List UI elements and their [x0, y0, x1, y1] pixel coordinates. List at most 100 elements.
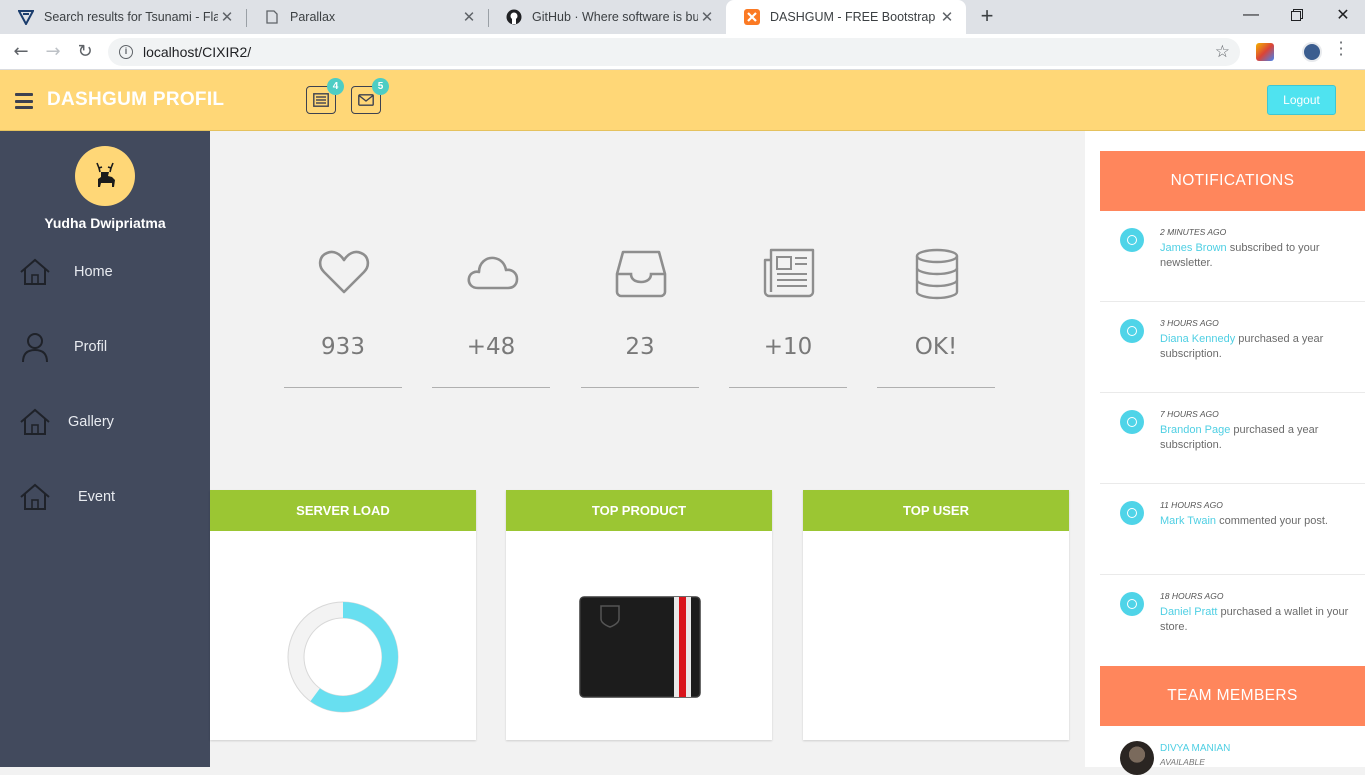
logout-button[interactable]: Logout	[1267, 85, 1336, 115]
browser-tab-parallax[interactable]: Parallax ✕	[246, 0, 488, 34]
tab-title: Search results for Tsunami - Flatic	[44, 10, 218, 24]
close-icon[interactable]: ✕	[698, 8, 716, 26]
close-window-icon[interactable]: ✕	[1320, 0, 1365, 30]
sidebar-item-profil[interactable]: Profil	[0, 327, 210, 367]
sidebar-item-label: Profil	[74, 339, 108, 355]
info-icon[interactable]: i	[119, 45, 133, 59]
notification-message: commented your post.	[1216, 515, 1328, 527]
stat-divider	[877, 387, 995, 388]
notification-user-link[interactable]: Brandon Page	[1160, 424, 1230, 436]
extension-icon[interactable]	[1256, 43, 1274, 61]
main-content: 933 +48 23 +10 OK! SERVER LOAD TOP PRODU…	[210, 131, 1085, 767]
browser-tab-dashgum[interactable]: DASHGUM - FREE Bootstrap Adm ✕	[726, 0, 966, 34]
panel-title: TOP PRODUCT	[506, 490, 772, 531]
tasks-icon	[313, 93, 329, 107]
page-icon	[264, 9, 280, 25]
sidebar-item-label: Gallery	[68, 414, 114, 430]
member-name[interactable]: DIVYA MANIAN	[1160, 743, 1230, 754]
notification-item[interactable]: 11 Hours Ago Mark Twain commented your p…	[1100, 484, 1365, 575]
notification-text: Brandon Page purchased a year subscripti…	[1160, 423, 1350, 453]
right-column: NOTIFICATIONS 2 Minutes Ago James Brown …	[1085, 131, 1365, 775]
notification-time: 3 Hours Ago	[1160, 318, 1219, 328]
menu-toggle-icon[interactable]	[15, 93, 33, 109]
sidebar-item-gallery[interactable]: Gallery	[0, 402, 210, 442]
browser-menu-icon[interactable]: · · ·	[1336, 35, 1346, 63]
notification-text: Daniel Pratt purchased a wallet in your …	[1160, 605, 1350, 635]
browser-tab-github[interactable]: GitHub · Where software is built ✕	[488, 0, 726, 34]
stat-inbox: 23	[581, 248, 699, 390]
close-icon[interactable]: ✕	[460, 8, 478, 26]
envelope-icon	[358, 94, 374, 106]
bookmark-star-icon[interactable]: ☆	[1215, 42, 1230, 62]
top-product-panel: TOP PRODUCT	[506, 490, 772, 740]
browser-tab-flaticon[interactable]: Search results for Tsunami - Flatic ✕	[0, 0, 246, 34]
member-status: Available	[1160, 757, 1205, 767]
browser-toolbar: ← → ↻ i localhost/CIXIR2/ ☆	[0, 34, 1365, 70]
notification-user-link[interactable]: James Brown	[1160, 242, 1227, 254]
profile-avatar-icon[interactable]	[1302, 42, 1322, 62]
sidebar-item-home[interactable]: Home	[0, 252, 210, 292]
xampp-icon	[744, 9, 760, 25]
stat-divider	[432, 387, 550, 388]
notification-time: 7 Hours Ago	[1160, 409, 1219, 419]
notification-item[interactable]: 18 Hours Ago Daniel Pratt purchased a wa…	[1100, 575, 1365, 666]
team-members-heading: TEAM MEMBERS	[1100, 666, 1365, 726]
stat-value: 23	[625, 334, 655, 360]
home-icon	[20, 483, 50, 510]
notification-item[interactable]: 3 Hours Ago Diana Kennedy purchased a ye…	[1100, 302, 1365, 393]
server-load-donut	[287, 601, 399, 713]
sidebar-item-event[interactable]: Event	[0, 477, 210, 517]
clock-icon	[1120, 410, 1144, 434]
tab-title: GitHub · Where software is built	[532, 10, 698, 24]
panel-title: TOP USER	[803, 490, 1069, 531]
notifications-heading: NOTIFICATIONS	[1100, 151, 1365, 211]
cloud-icon	[467, 256, 519, 290]
url-text[interactable]: localhost/CIXIR2/	[143, 44, 251, 60]
forward-icon[interactable]: →	[41, 40, 65, 64]
flaticon-icon	[18, 9, 34, 25]
notification-item[interactable]: 2 Minutes Ago James Brown subscribed to …	[1100, 211, 1365, 302]
top-user-panel: TOP USER	[803, 490, 1069, 740]
clock-icon	[1120, 228, 1144, 252]
tasks-button[interactable]: 4	[306, 78, 344, 114]
notification-text: James Brown subscribed to your newslette…	[1160, 241, 1350, 271]
notification-time: 11 Hours Ago	[1160, 500, 1223, 510]
server-load-panel: SERVER LOAD	[210, 490, 476, 740]
tasks-badge: 4	[327, 78, 344, 95]
minimize-icon[interactable]: —	[1228, 0, 1274, 30]
sidebar-item-label: Home	[74, 264, 113, 280]
stat-cloud: +48	[432, 248, 550, 390]
reload-icon[interactable]: ↻	[73, 40, 97, 64]
app-logo[interactable]: DASHGUM PROFIL	[47, 89, 224, 111]
stat-database: OK!	[877, 248, 995, 390]
notification-item[interactable]: 7 Hours Ago Brandon Page purchased a yea…	[1100, 393, 1365, 484]
stat-news: +10	[729, 248, 847, 390]
home-icon	[20, 408, 50, 435]
messages-button[interactable]: 5	[351, 78, 389, 114]
github-icon	[506, 9, 522, 25]
notification-time: 2 Minutes Ago	[1160, 227, 1227, 237]
avatar	[1120, 741, 1154, 775]
stat-value: OK!	[914, 334, 958, 360]
tab-title: DASHGUM - FREE Bootstrap Adm	[770, 10, 938, 24]
newspaper-icon	[763, 248, 815, 298]
notification-user-link[interactable]: Diana Kennedy	[1160, 333, 1235, 345]
mail-badge: 5	[372, 78, 389, 95]
restore-icon[interactable]	[1274, 0, 1320, 30]
notification-user-link[interactable]: Mark Twain	[1160, 515, 1216, 527]
close-icon[interactable]: ✕	[938, 8, 956, 26]
inbox-icon	[615, 250, 667, 298]
avatar[interactable]	[75, 146, 135, 206]
notification-user-link[interactable]: Daniel Pratt	[1160, 606, 1217, 618]
address-bar[interactable]: i localhost/CIXIR2/ ☆	[108, 38, 1240, 66]
notification-time: 18 Hours Ago	[1160, 591, 1224, 601]
tab-title: Parallax	[290, 10, 336, 24]
new-tab-button[interactable]: +	[975, 4, 999, 28]
stat-value: +10	[763, 334, 813, 360]
close-icon[interactable]: ✕	[218, 8, 236, 26]
sidebar-item-label: Event	[78, 489, 116, 505]
notification-text: Mark Twain commented your post.	[1160, 514, 1350, 529]
back-icon[interactable]: ←	[9, 40, 33, 64]
panel-title: SERVER LOAD	[210, 490, 476, 531]
clock-icon	[1120, 592, 1144, 616]
